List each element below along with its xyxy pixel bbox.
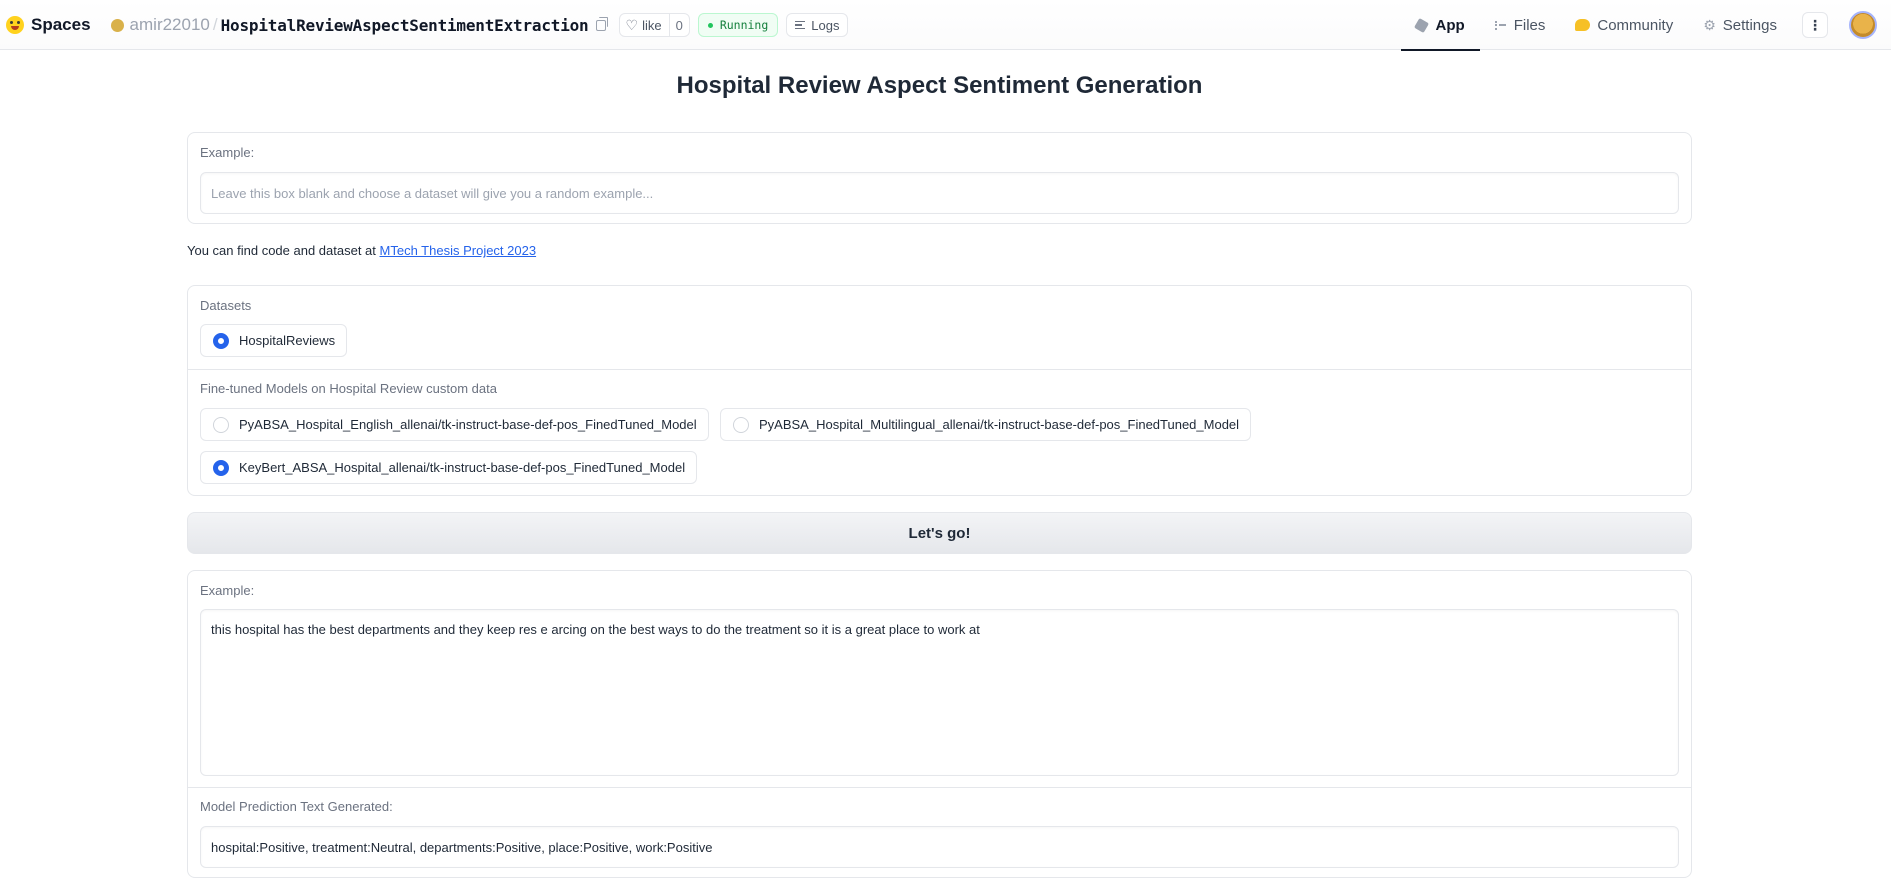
example-input-field[interactable]: Leave this box blank and choose a datase…: [200, 172, 1679, 214]
example-input-block: Example: Leave this box blank and choose…: [187, 132, 1692, 224]
model-option-label: KeyBert_ABSA_Hospital_allenai/tk-instruc…: [239, 460, 686, 475]
logs-label: Logs: [811, 17, 840, 33]
dataset-option-hospitalreviews[interactable]: HospitalReviews: [200, 324, 348, 357]
tab-community-label: Community: [1597, 16, 1674, 34]
model-option-keybert[interactable]: KeyBert_ABSA_Hospital_allenai/tk-instruc…: [200, 451, 698, 484]
space-breadcrumb: Spaces amir22010 / HospitalReviewAspectS…: [6, 11, 849, 39]
thesis-project-link[interactable]: MTech Thesis Project 2023: [380, 243, 537, 258]
tab-app-label: App: [1435, 16, 1465, 34]
owner-avatar-icon: [110, 18, 124, 32]
like-label: like: [642, 17, 662, 33]
info-text: You can find code and dataset at MTech T…: [187, 243, 536, 258]
top-navigation-bar: Spaces amir22010 / HospitalReviewAspectS…: [0, 0, 1891, 51]
section-divider: [188, 787, 1691, 788]
more-options-button[interactable]: ⋮: [1802, 12, 1828, 38]
like-count[interactable]: 0: [668, 14, 689, 36]
spaces-link[interactable]: Spaces: [31, 15, 91, 35]
copy-icon[interactable]: [595, 16, 608, 31]
example-output-textarea[interactable]: this hospital has the best departments a…: [200, 609, 1679, 776]
logs-button[interactable]: Logs: [786, 13, 849, 37]
space-tabs: App Files Community ⚙ Settings ⋮: [1400, 0, 1891, 51]
tab-files-label: Files: [1513, 16, 1546, 34]
prediction-label: Model Prediction Text Generated:: [200, 799, 393, 814]
status-text: Running: [719, 18, 769, 32]
like-button[interactable]: ♡ like 0: [618, 13, 690, 37]
model-option-label: PyABSA_Hospital_Multilingual_allenai/tk-…: [759, 417, 1240, 432]
example-output-label: Example:: [200, 583, 255, 598]
info-prefix: You can find code and dataset at: [187, 243, 380, 258]
radio-checked-icon: [213, 459, 229, 476]
radio-unchecked-icon: [733, 416, 749, 433]
options-block: Datasets HospitalReviews Fine-tuned Mode…: [187, 285, 1692, 496]
example-input-label: Example:: [200, 145, 255, 160]
model-option-label: PyABSA_Hospital_English_allenai/tk-instr…: [239, 417, 697, 432]
space-name-link[interactable]: HospitalReviewAspectSentimentExtraction: [221, 16, 589, 35]
heart-icon: ♡: [625, 16, 639, 33]
tab-settings[interactable]: ⚙ Settings: [1688, 0, 1792, 50]
datasets-label: Datasets: [200, 298, 252, 313]
files-icon: [1494, 20, 1506, 30]
page-title: Hospital Review Aspect Sentiment Generat…: [676, 72, 1203, 99]
model-option-pyabsa-english[interactable]: PyABSA_Hospital_English_allenai/tk-instr…: [200, 408, 709, 441]
model-option-pyabsa-multilingual[interactable]: PyABSA_Hospital_Multilingual_allenai/tk-…: [720, 408, 1252, 441]
owner-link[interactable]: amir22010: [130, 15, 210, 35]
section-divider: [188, 369, 1691, 370]
user-avatar[interactable]: [1849, 11, 1877, 39]
radio-unchecked-icon: [213, 416, 229, 433]
status-badge[interactable]: Running: [697, 13, 779, 37]
community-icon: [1575, 19, 1591, 31]
app-cube-icon: [1413, 17, 1429, 33]
tab-files[interactable]: Files: [1480, 0, 1561, 50]
radio-checked-icon: [213, 332, 229, 349]
tab-settings-label: Settings: [1722, 16, 1777, 34]
output-block: Example: this hospital has the best depa…: [187, 570, 1692, 878]
breadcrumb-separator: /: [212, 15, 218, 34]
models-label: Fine-tuned Models on Hospital Review cus…: [200, 381, 497, 396]
logs-icon: [795, 21, 806, 29]
prediction-output-field[interactable]: hospital:Positive, treatment:Neutral, de…: [200, 826, 1679, 868]
tab-community[interactable]: Community: [1560, 0, 1688, 50]
gear-icon: ⚙: [1703, 16, 1716, 33]
status-dot-icon: [707, 22, 713, 28]
lets-go-button[interactable]: Let's go!: [187, 512, 1692, 554]
tab-app[interactable]: App: [1400, 0, 1480, 51]
hugging-face-logo-icon[interactable]: [6, 16, 24, 34]
dataset-option-label: HospitalReviews: [239, 333, 336, 348]
